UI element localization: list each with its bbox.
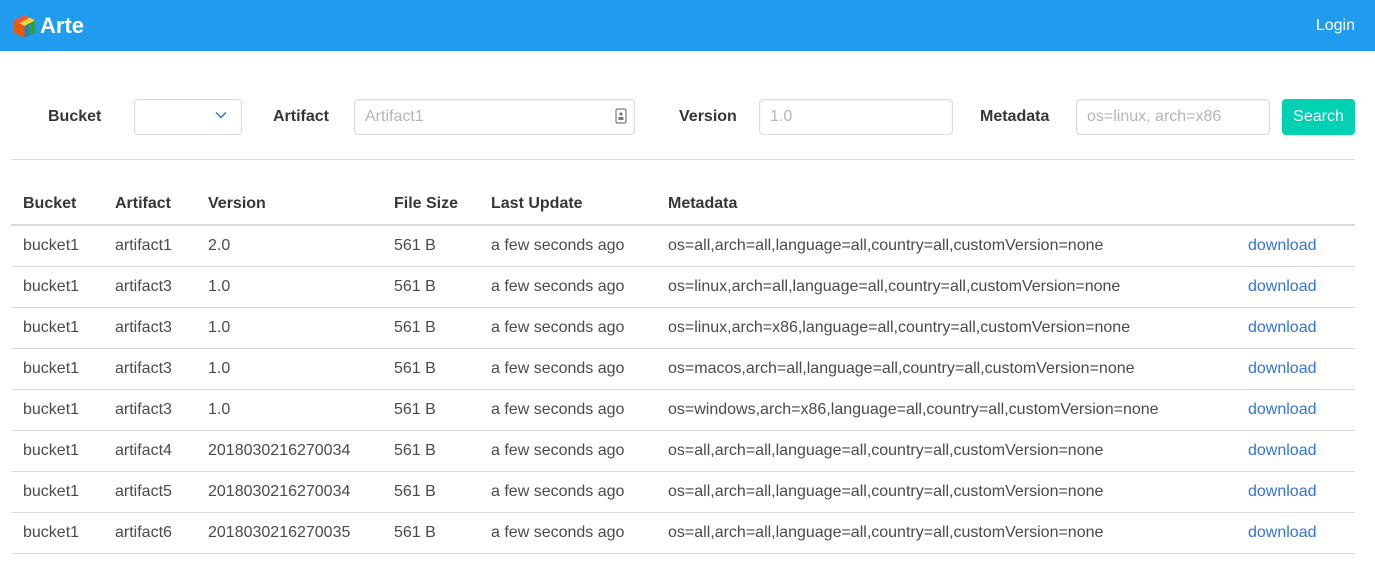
table-row: bucket1 artifact3 1.0 561 Ba few seconds ag… bbox=[11, 389, 1355, 431]
search-button[interactable]: Search bbox=[1282, 99, 1355, 135]
chevron-down-icon bbox=[215, 111, 227, 119]
download-link[interactable]: download bbox=[1248, 401, 1317, 418]
download-link[interactable]: download bbox=[1248, 237, 1317, 254]
version-label: Version bbox=[679, 108, 737, 125]
cell-bucket: bucket1 bbox=[11, 389, 103, 431]
cell-metadata: os=all,arch=all,language=all,country=all… bbox=[656, 225, 1234, 267]
cell-version: 2018030216270034 bbox=[196, 430, 382, 472]
cell-action: download bbox=[1234, 348, 1355, 390]
cell-artifact: artifact1 bbox=[103, 225, 196, 267]
artifact-input[interactable] bbox=[354, 99, 635, 135]
cell-metadata: os=linux,arch=x86,language=all,country=a… bbox=[656, 307, 1234, 349]
header-version: Version bbox=[196, 184, 382, 226]
cell-file-size: 561 B bbox=[382, 389, 479, 431]
cell-metadata: os=linux,arch=all,language=all,country=a… bbox=[656, 266, 1234, 308]
cell-artifact: artifact5 bbox=[103, 471, 196, 513]
download-link[interactable]: download bbox=[1248, 319, 1317, 336]
cell-artifact: artifact3 bbox=[103, 389, 196, 431]
metadata-label: Metadata bbox=[980, 108, 1050, 125]
cell-last-update: a few seconds ago bbox=[479, 430, 656, 472]
table-row: bucket1 artifact3 1.0 561 Ba few seconds ag… bbox=[11, 348, 1355, 390]
cell-metadata: os=all,arch=all,language=all,country=all… bbox=[656, 430, 1234, 472]
cell-metadata: os=all,arch=all,language=all,country=all… bbox=[656, 512, 1234, 554]
download-link[interactable]: download bbox=[1248, 278, 1317, 295]
cube-logo-icon bbox=[14, 14, 35, 38]
download-link[interactable]: download bbox=[1248, 442, 1317, 459]
table-row: bucket1 artifact4 2018030216270034 561 Ba f… bbox=[11, 430, 1355, 472]
header-metadata: Metadata bbox=[656, 184, 1234, 226]
cell-last-update: a few seconds ago bbox=[479, 348, 656, 390]
autofill-icon[interactable] bbox=[615, 108, 627, 124]
download-link[interactable]: download bbox=[1248, 483, 1317, 500]
cell-action: download bbox=[1234, 225, 1355, 267]
cell-version: 1.0 bbox=[196, 348, 382, 390]
table-header-row: Bucket Artifact Version File Size Last U… bbox=[11, 184, 1355, 226]
cell-file-size: 561 B bbox=[382, 266, 479, 308]
cell-version: 2018030216270035 bbox=[196, 512, 382, 554]
download-link[interactable]: download bbox=[1248, 360, 1317, 377]
header-artifact: Artifact bbox=[103, 184, 196, 226]
search-form: Bucket Artifact Version Metadata Search bbox=[11, 98, 1355, 136]
artifacts-table: Bucket Artifact Version File Size Last U… bbox=[11, 184, 1355, 554]
app-name: Arte bbox=[40, 13, 85, 38]
cell-version: 1.0 bbox=[196, 266, 382, 308]
cell-last-update: a few seconds ago bbox=[479, 225, 656, 267]
cell-bucket: bucket1 bbox=[11, 348, 103, 390]
cell-artifact: artifact3 bbox=[103, 266, 196, 308]
cell-last-update: a few seconds ago bbox=[479, 471, 656, 513]
metadata-input[interactable] bbox=[1076, 99, 1270, 135]
cell-action: download bbox=[1234, 471, 1355, 513]
header-bucket: Bucket bbox=[11, 184, 103, 226]
cell-action: download bbox=[1234, 389, 1355, 431]
cell-artifact: artifact3 bbox=[103, 307, 196, 349]
cell-artifact: artifact4 bbox=[103, 430, 196, 472]
cell-version: 1.0 bbox=[196, 307, 382, 349]
header-file-size: File Size bbox=[382, 184, 479, 226]
table-row: bucket1 artifact5 2018030216270034 561 Ba f… bbox=[11, 471, 1355, 513]
cell-bucket: bucket1 bbox=[11, 307, 103, 349]
cell-file-size: 561 B bbox=[382, 430, 479, 472]
cell-file-size: 561 B bbox=[382, 512, 479, 554]
table-row: bucket1 artifact1 2.0 561 Ba few seconds ag… bbox=[11, 225, 1355, 267]
cell-file-size: 561 B bbox=[382, 307, 479, 349]
bucket-label: Bucket bbox=[48, 108, 102, 125]
header-actions bbox=[1234, 184, 1355, 226]
download-link[interactable]: download bbox=[1248, 524, 1317, 541]
cell-version: 2.0 bbox=[196, 225, 382, 267]
cell-artifact: artifact3 bbox=[103, 348, 196, 390]
table-row: bucket1 artifact3 1.0 561 Ba few seconds ag… bbox=[11, 307, 1355, 349]
cell-bucket: bucket1 bbox=[11, 430, 103, 472]
login-link[interactable]: Login bbox=[1316, 15, 1355, 37]
cell-bucket: bucket1 bbox=[11, 512, 103, 554]
cell-last-update: a few seconds ago bbox=[479, 512, 656, 554]
top-navbar: Arte Login bbox=[0, 0, 1375, 51]
brand[interactable]: Arte bbox=[12, 12, 84, 40]
cell-action: download bbox=[1234, 307, 1355, 349]
cell-version: 1.0 bbox=[196, 389, 382, 431]
divider bbox=[11, 159, 1355, 160]
cell-action: download bbox=[1234, 430, 1355, 472]
cell-action: download bbox=[1234, 512, 1355, 554]
cell-metadata: os=all,arch=all,language=all,country=all… bbox=[656, 471, 1234, 513]
cell-version: 2018030216270034 bbox=[196, 471, 382, 513]
table-row: bucket1 artifact3 1.0 561 Ba few seconds ag… bbox=[11, 266, 1355, 308]
cell-metadata: os=macos,arch=all,language=all,country=a… bbox=[656, 348, 1234, 390]
header-last-update: Last Update bbox=[479, 184, 656, 226]
cell-bucket: bucket1 bbox=[11, 225, 103, 267]
version-input[interactable] bbox=[759, 99, 953, 135]
table-row: bucket1 artifact6 2018030216270035 561 Ba f… bbox=[11, 512, 1355, 554]
cell-action: download bbox=[1234, 266, 1355, 308]
cell-last-update: a few seconds ago bbox=[479, 266, 656, 308]
cell-bucket: bucket1 bbox=[11, 471, 103, 513]
cell-file-size: 561 B bbox=[382, 471, 479, 513]
cell-last-update: a few seconds ago bbox=[479, 307, 656, 349]
cell-bucket: bucket1 bbox=[11, 266, 103, 308]
cell-file-size: 561 B bbox=[382, 348, 479, 390]
cell-metadata: os=windows,arch=x86,language=all,country… bbox=[656, 389, 1234, 431]
cell-last-update: a few seconds ago bbox=[479, 389, 656, 431]
cell-artifact: artifact6 bbox=[103, 512, 196, 554]
cell-file-size: 561 B bbox=[382, 225, 479, 267]
bucket-select[interactable] bbox=[134, 99, 242, 135]
artifact-label: Artifact bbox=[273, 108, 330, 125]
